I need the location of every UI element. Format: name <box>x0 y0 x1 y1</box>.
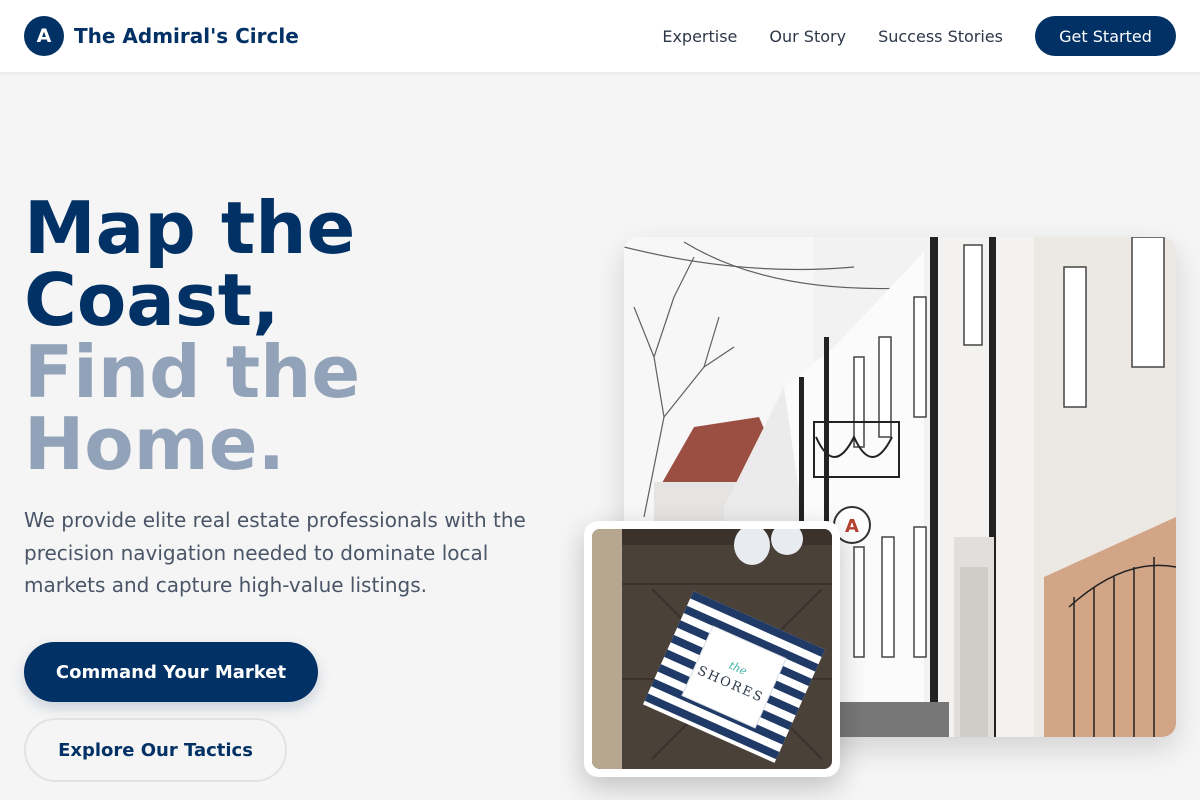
hero-description: We provide elite real estate professiona… <box>24 508 526 597</box>
explore-our-tactics-button[interactable]: Explore Our Tactics <box>24 718 287 782</box>
command-your-market-button[interactable]: Command Your Market <box>24 642 318 702</box>
svg-text:A: A <box>845 516 859 537</box>
brand[interactable]: A The Admiral's Circle <box>24 16 299 56</box>
headline-line-4: Home. <box>24 402 285 486</box>
headline-line-1: Map the <box>24 186 356 270</box>
shores-card-image: the SHORES <box>592 529 832 769</box>
get-started-button[interactable]: Get Started <box>1035 16 1176 56</box>
brand-name: The Admiral's Circle <box>74 24 299 48</box>
shores-brochure-illustration: the SHORES <box>592 529 832 769</box>
top-navbar: A The Admiral's Circle Expertise Our Sto… <box>0 0 1200 72</box>
shores-card-photo: the SHORES <box>584 521 840 777</box>
nav-link-expertise[interactable]: Expertise <box>662 27 737 46</box>
brand-logo-icon: A <box>24 16 64 56</box>
headline-line-2: Coast, <box>24 258 280 342</box>
nav-link-our-story[interactable]: Our Story <box>769 27 846 46</box>
hero-headline: Map the Coast, Find the Home. <box>24 192 360 480</box>
headline-line-3: Find the <box>24 330 361 414</box>
nav-link-success-stories[interactable]: Success Stories <box>878 27 1003 46</box>
main-nav: Expertise Our Story Success Stories Get … <box>630 16 1176 56</box>
